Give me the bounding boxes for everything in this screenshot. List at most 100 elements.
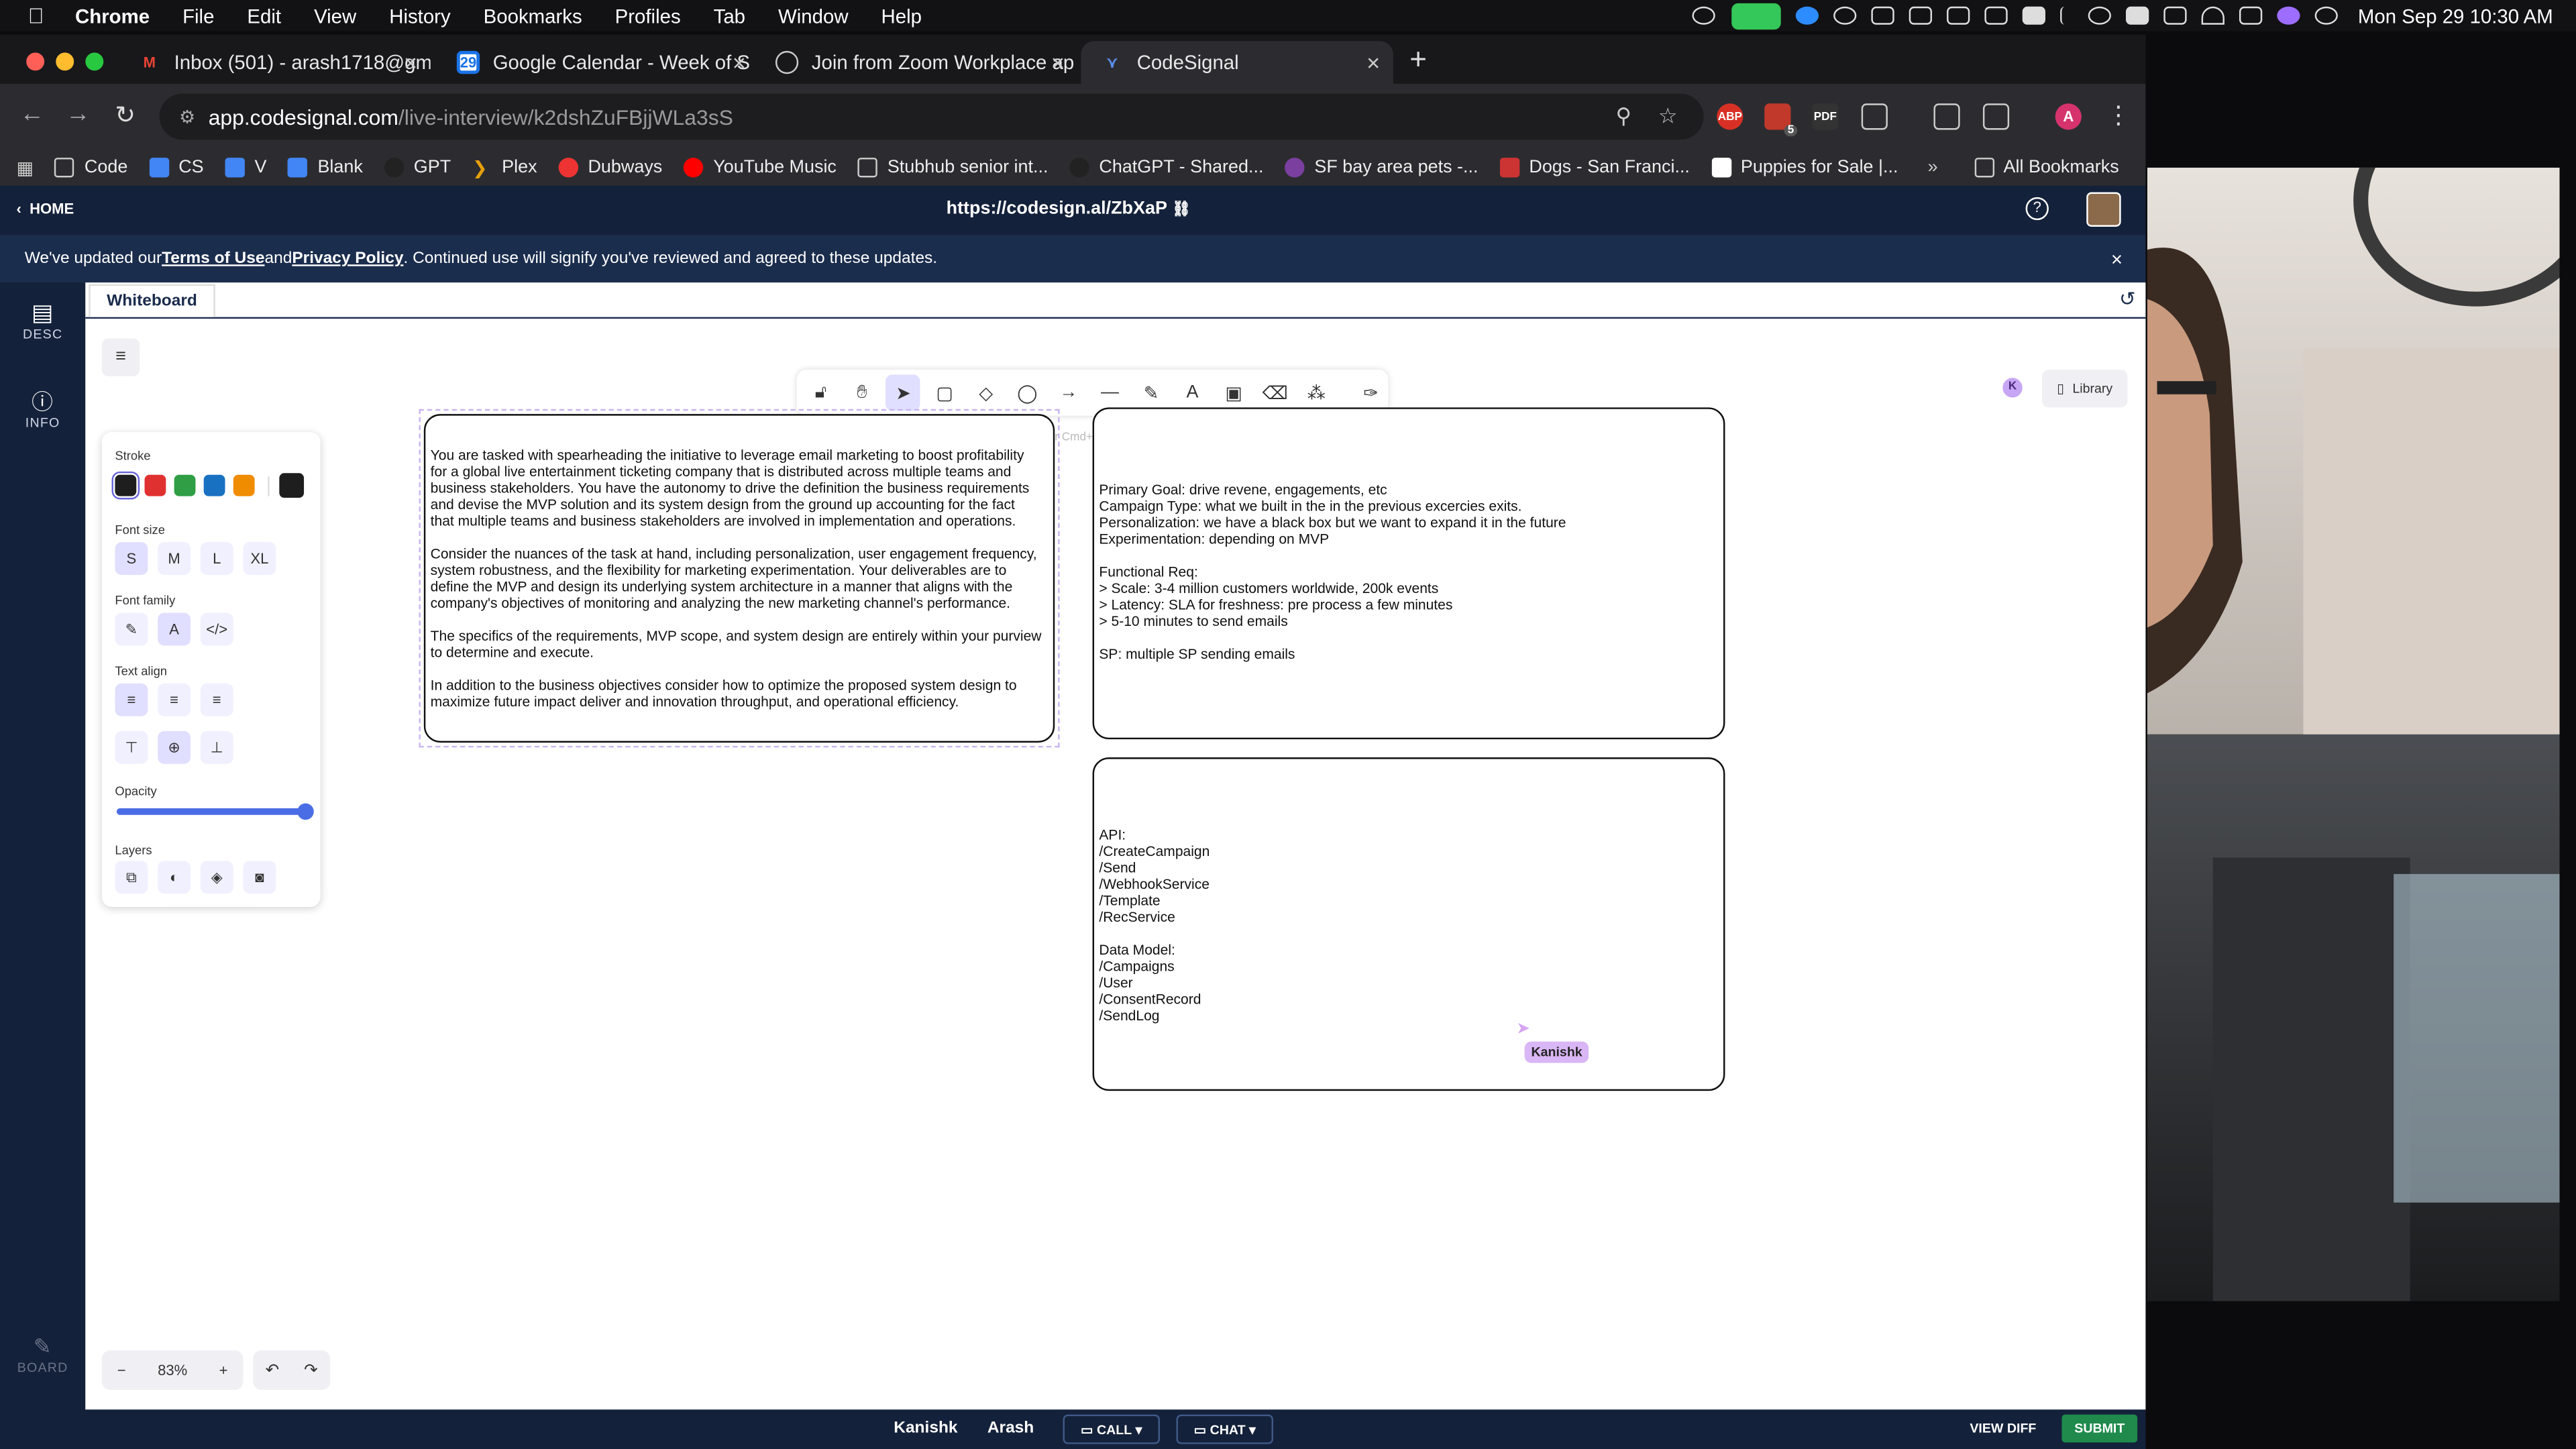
submit-button[interactable]: SUBMIT: [2061, 1414, 2138, 1443]
ellipse-icon[interactable]: ◯: [1010, 374, 1044, 411]
cloud-status-icon[interactable]: [1872, 6, 1895, 25]
font-size-s[interactable]: S: [115, 542, 148, 576]
rail-info[interactable]: ⓘ INFO: [0, 384, 85, 430]
font-size-l[interactable]: L: [200, 542, 233, 576]
menu-help[interactable]: Help: [881, 4, 922, 27]
menu-view[interactable]: View: [314, 4, 356, 27]
participant-kanishk[interactable]: Kanishk: [894, 1419, 957, 1438]
tab-whiteboard[interactable]: Whiteboard: [89, 284, 215, 317]
view-diff-button[interactable]: VIEW DIFF: [1970, 1421, 2036, 1436]
swatch-green[interactable]: [174, 474, 196, 496]
redo-icon[interactable]: ↷: [304, 1361, 318, 1379]
send-backward-icon[interactable]: ◐: [158, 861, 191, 894]
align-center-icon[interactable]: ≡: [158, 683, 191, 716]
zoom-out-icon[interactable]: −: [102, 1362, 142, 1378]
code-font-icon[interactable]: </>: [200, 612, 233, 646]
text-icon[interactable]: A: [1175, 374, 1210, 411]
rectangle-icon[interactable]: ▢: [927, 374, 962, 411]
menu-app-name[interactable]: Chrome: [75, 4, 150, 27]
bring-to-front-icon[interactable]: ◙: [243, 861, 276, 894]
canvas[interactable]: ≡ 🔓︎ ✋︎ ➤ ▢ ◇ ◯ → — ✎ A ▣ ⌫ ⁂ ✑ Press Es…: [85, 319, 2146, 1410]
bookmark-item[interactable]: Code: [54, 158, 127, 178]
profile-avatar[interactable]: A: [2055, 103, 2082, 130]
font-size-xl[interactable]: XL: [243, 542, 276, 576]
swatch-red[interactable]: [144, 474, 166, 496]
lock-icon[interactable]: 🔓︎: [804, 374, 839, 411]
all-bookmarks[interactable]: All Bookmarks: [1974, 158, 2119, 178]
share-link[interactable]: https://codesign.al/ZbXaP ⛓: [947, 199, 1191, 218]
select-cursor-icon[interactable]: ➤: [885, 374, 921, 411]
bookmark-item[interactable]: Puppies for Sale |...: [1711, 158, 1898, 178]
close-tab-icon[interactable]: ×: [1051, 49, 1065, 75]
bookmark-item[interactable]: Dubways: [558, 158, 662, 178]
image-icon[interactable]: ▣: [1216, 374, 1251, 411]
shapes-icon[interactable]: ⁂: [1299, 374, 1334, 411]
opacity-thumb[interactable]: [297, 803, 314, 820]
pencil-icon[interactable]: ✎: [1134, 374, 1169, 411]
spotlight-icon[interactable]: [2315, 6, 2339, 25]
home-link[interactable]: ‹ HOME: [16, 201, 74, 217]
cup-status-icon[interactable]: [1947, 6, 1970, 25]
library-button[interactable]: ▯ Library: [2042, 370, 2128, 408]
bookmark-item[interactable]: ChatGPT - Shared...: [1069, 158, 1263, 178]
hamburger-menu-icon[interactable]: ≡: [101, 338, 140, 376]
extensions-puzzle-icon[interactable]: [1861, 103, 1888, 130]
zoom-status-icon[interactable]: [1796, 6, 1819, 25]
call-button[interactable]: ▭ CALL ▾: [1063, 1414, 1160, 1444]
close-tab-icon[interactable]: ×: [1366, 49, 1380, 75]
align-top-icon[interactable]: ⊤: [115, 731, 148, 764]
prompt-card[interactable]: You are tasked with spearheading the ini…: [423, 414, 1055, 743]
minimize-window-icon[interactable]: [56, 52, 74, 71]
bluetooth-icon[interactable]: [2060, 6, 2074, 25]
cast-icon[interactable]: [1933, 103, 1960, 130]
undo-icon[interactable]: ↶: [266, 1361, 280, 1379]
eraser-icon[interactable]: ⌫: [1258, 374, 1293, 411]
docpdf-icon[interactable]: PDF: [1812, 103, 1839, 130]
rail-desc[interactable]: ▤ DESC: [0, 299, 85, 342]
bookmark-item[interactable]: Dogs - San Franci...: [1499, 158, 1690, 178]
tab-codesignal[interactable]: ⋎ CodeSignal ×: [1081, 41, 1393, 84]
goals-card[interactable]: Primary Goal: drive revene, engagements,…: [1092, 407, 1725, 740]
terms-link[interactable]: Terms of Use: [162, 250, 264, 268]
tab-search-icon[interactable]: [1982, 103, 2010, 130]
apps-grid-icon[interactable]: ▦: [16, 157, 33, 178]
menu-edit[interactable]: Edit: [247, 4, 281, 27]
arrow-icon[interactable]: →: [1051, 374, 1086, 411]
zoom-lens-icon[interactable]: ⚲: [1616, 103, 1631, 129]
user-avatar[interactable]: [2086, 192, 2121, 227]
menu-bookmarks[interactable]: Bookmarks: [484, 4, 582, 27]
close-banner-icon[interactable]: ×: [2111, 248, 2123, 270]
reload-icon[interactable]: ↻: [115, 100, 136, 130]
new-tab-icon[interactable]: +: [1409, 43, 1427, 77]
send-to-back-icon[interactable]: ⧉: [115, 861, 148, 894]
opacity-slider[interactable]: [116, 803, 314, 820]
adblock-icon[interactable]: ABP: [1717, 103, 1743, 130]
rail-board[interactable]: ✎ BOARD: [0, 1334, 85, 1375]
swatch-blue[interactable]: [203, 474, 225, 496]
history-icon[interactable]: ↺: [2119, 288, 2136, 311]
align-middle-icon[interactable]: ⊕: [158, 731, 191, 764]
bookmark-item[interactable]: ❯ Plex: [472, 158, 537, 179]
menu-file[interactable]: File: [182, 4, 214, 27]
bookmark-star-icon[interactable]: ☆: [1658, 103, 1678, 129]
window-status-icon[interactable]: [1985, 6, 2008, 25]
site-settings-icon[interactable]: ⚙: [179, 106, 195, 127]
check-status-icon[interactable]: [1833, 6, 1857, 25]
close-tab-icon[interactable]: ×: [733, 49, 746, 75]
bookmark-item[interactable]: Stubhub senior int...: [857, 158, 1048, 178]
forward-icon[interactable]: →: [66, 100, 91, 128]
apple-icon[interactable]: : [28, 3, 44, 28]
swatch-orange[interactable]: [233, 474, 255, 496]
zoom-window-icon[interactable]: [85, 52, 104, 71]
privacy-link[interactable]: Privacy Policy: [292, 250, 403, 268]
u-status-icon[interactable]: [2023, 6, 2046, 25]
extension-icon[interactable]: 5: [1764, 103, 1798, 137]
bookmark-item[interactable]: CS: [149, 158, 204, 178]
camera-active-icon[interactable]: [1731, 2, 1782, 29]
address-bar[interactable]: ⚙ app.codesignal.com/live-interview/k2ds…: [159, 93, 1704, 140]
back-icon[interactable]: ←: [19, 100, 44, 128]
bring-forward-icon[interactable]: ◈: [200, 861, 233, 894]
menubar-clock[interactable]: Mon Sep 29 10:30 AM: [2358, 4, 2553, 27]
input-source-icon[interactable]: [2126, 6, 2149, 25]
more-bookmarks-icon[interactable]: »: [1928, 158, 1938, 177]
